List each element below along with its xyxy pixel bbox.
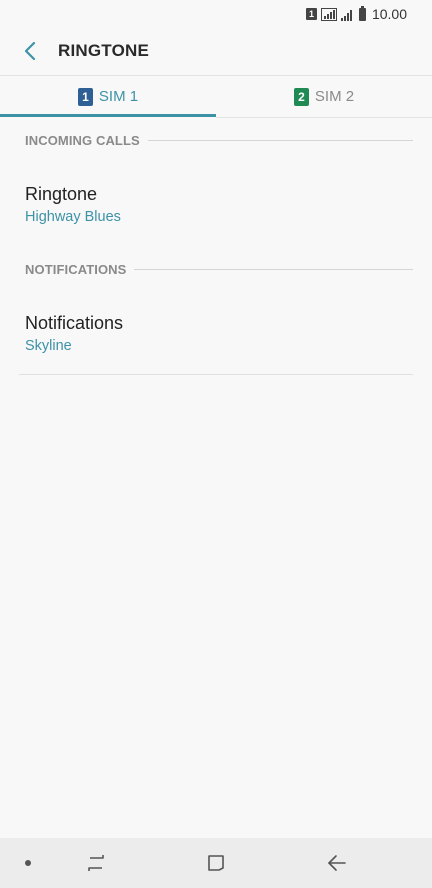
setting-title: Notifications — [25, 313, 124, 333]
section-label: INCOMING CALLS — [25, 133, 140, 148]
section-header-notifications: NOTIFICATIONS — [25, 262, 413, 277]
back-nav-button[interactable] — [325, 851, 349, 875]
dot-icon — [25, 860, 31, 866]
tabs-divider — [216, 117, 432, 118]
tab-sim-1-label: SIM 1 — [98, 88, 139, 105]
home-button[interactable] — [204, 851, 228, 875]
navigation-bar — [0, 838, 432, 888]
back-arrow-icon — [328, 855, 346, 871]
sim-tabs: 1 SIM 1 2 SIM 2 — [0, 75, 432, 117]
chevron-left-icon — [24, 41, 36, 61]
signal-weak-icon — [340, 8, 353, 21]
sim-1-badge-icon: 1 — [77, 87, 93, 106]
back-button[interactable] — [12, 33, 48, 69]
app-header: RINGTONE — [0, 28, 432, 74]
sim-2-badge-icon: 2 — [293, 87, 309, 106]
section-divider — [147, 140, 413, 141]
screen: 1 10.00 RINGTONE 1 SIM 1 2 SIM 2 INCOMIN… — [0, 0, 432, 888]
notifications-setting[interactable]: Notifications Skyline — [25, 313, 413, 354]
battery-icon — [358, 5, 366, 21]
setting-value: Highway Blues — [25, 209, 121, 225]
tab-sim-2[interactable]: 2 SIM 2 — [216, 76, 432, 117]
tab-sim-1[interactable]: 1 SIM 1 — [0, 76, 216, 117]
setting-title: Ringtone — [25, 184, 98, 204]
tab-sim-2-label: SIM 2 — [314, 88, 355, 105]
signal-icon — [320, 7, 337, 21]
list-divider — [19, 374, 413, 375]
status-time: 10.00 — [371, 6, 407, 22]
section-label: NOTIFICATIONS — [25, 262, 127, 277]
ringtone-setting[interactable]: Ringtone Highway Blues — [25, 184, 413, 225]
recent-apps-button[interactable] — [84, 851, 108, 875]
sim-icon: 1 — [305, 8, 317, 20]
recent-apps-icon — [88, 855, 104, 871]
page-title: RINGTONE — [58, 41, 150, 60]
status-bar: 1 10.00 — [0, 0, 432, 28]
section-header-incoming-calls: INCOMING CALLS — [25, 133, 413, 148]
section-divider — [134, 269, 413, 270]
setting-value: Skyline — [25, 338, 72, 354]
home-icon — [208, 855, 224, 871]
